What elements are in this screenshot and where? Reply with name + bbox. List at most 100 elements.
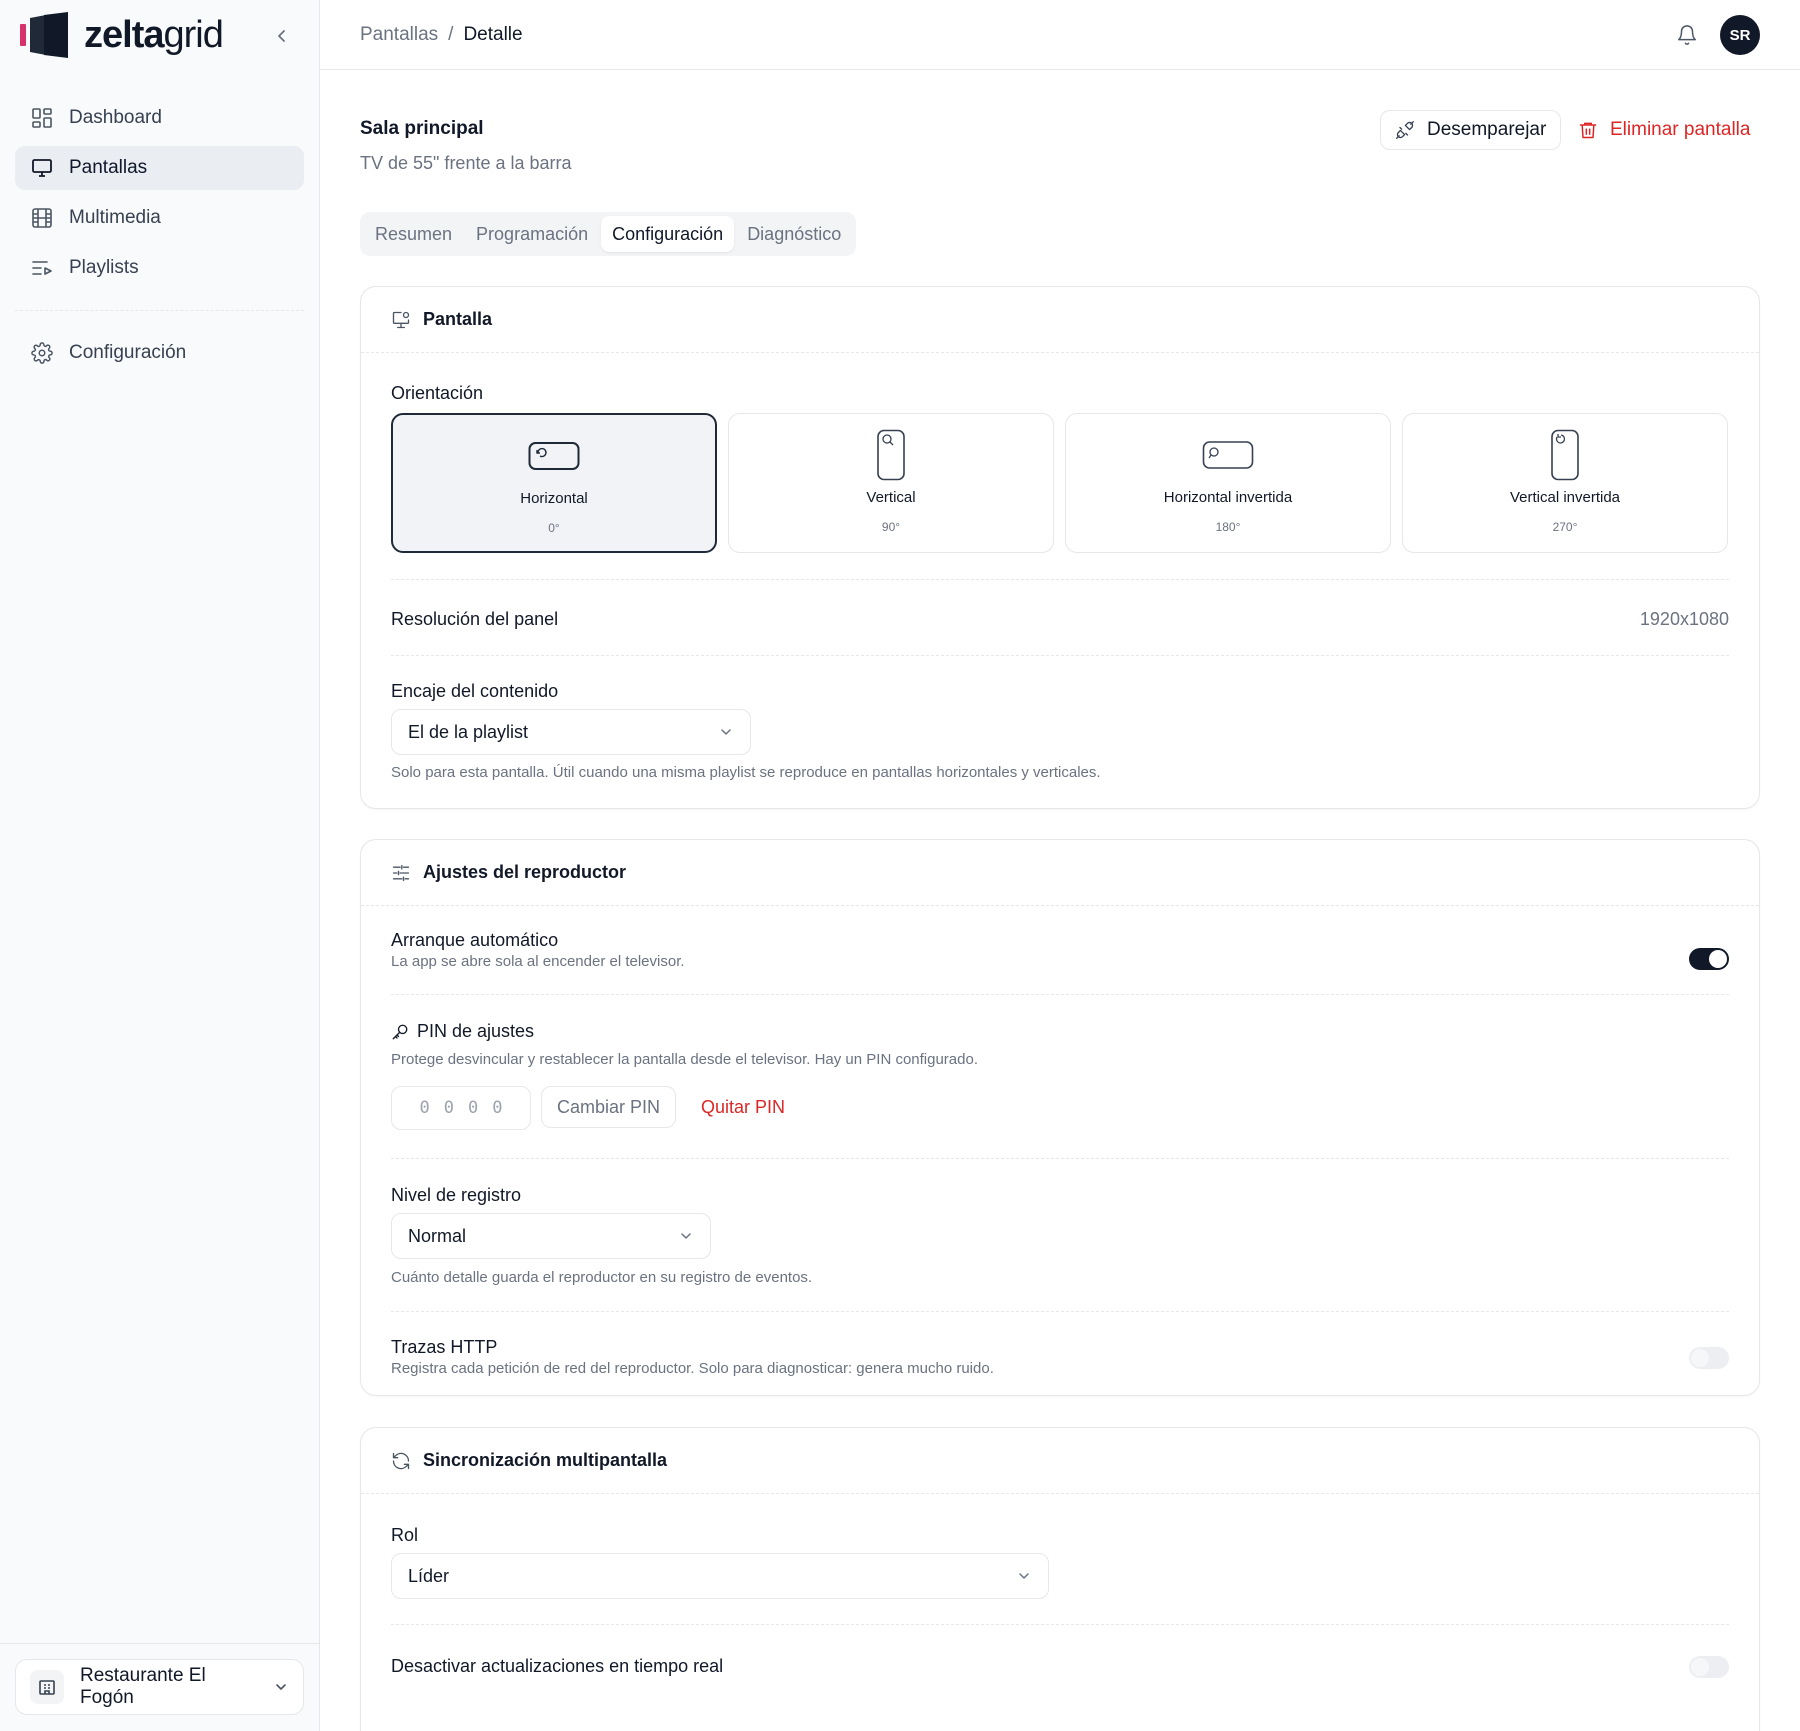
content-fit-value: El de la playlist [408,721,529,742]
trash-icon [1579,122,1597,139]
sidebar-item-pantallas[interactable]: Pantallas [15,146,304,190]
page-subtitle: TV de 55" frente a la barra [360,153,572,173]
role-label: Rol [391,1525,419,1545]
sidebar-item-label: Multimedia [69,207,161,228]
player-settings-card: Ajustes del reproductor Arranque automát… [360,839,1760,1396]
orientation-option-vertical[interactable]: Vertical 90° [728,413,1054,553]
unplug-icon [1396,121,1414,139]
orientation-degrees: 270° [1552,520,1578,534]
delete-screen-button[interactable]: Eliminar pantalla [1578,110,1750,150]
chevron-down-icon [1019,1573,1029,1579]
autostart-label: Arranque automático [391,930,559,950]
content-fit-label: Encaje del contenido [391,681,559,701]
role-select[interactable]: Líder [391,1553,1049,1599]
key-icon [392,1024,408,1039]
orientation-label: Orientación [391,383,484,403]
orientation-name: Vertical invertida [1509,489,1621,506]
refresh-icon [392,1452,410,1469]
sidebar-item-playlists[interactable]: Playlists [15,246,304,290]
tab-resumen[interactable]: Resumen [364,216,463,252]
orientation-name: Vertical [866,489,916,506]
autostart-toggle[interactable] [1689,948,1729,970]
landscape-inverted-icon [1202,441,1254,469]
page-title: Sala principal [360,118,484,139]
card-title: Sincronización multipantalla [423,1450,668,1470]
divider [391,1311,1729,1312]
organization-switcher[interactable]: Restaurante El Fogón [15,1659,304,1715]
content-fit-select[interactable]: El de la playlist [391,709,751,755]
divider [391,579,1729,580]
dashboard-icon [32,108,52,128]
playlist-icon [32,261,52,275]
remove-pin-button[interactable]: Quitar PIN [701,1086,785,1128]
gear-icon [31,342,53,364]
sidebar-item-dashboard[interactable]: Dashboard [15,96,304,140]
film-icon [32,208,52,228]
monitor-icon [32,159,52,177]
chevron-left-icon [278,30,285,42]
pin-input[interactable]: 0000 [391,1086,531,1130]
resolution-label: Resolución del panel [391,609,559,629]
unpair-button[interactable]: Desemparejar [1380,110,1562,150]
role-value: Líder [408,1565,450,1586]
divider [391,655,1729,656]
log-level-value: Normal [408,1225,467,1246]
autostart-help: La app se abre sola al encender el telev… [391,953,685,970]
log-level-help: Cuánto detalle guarda el reproductor en … [391,1269,813,1286]
realtime-toggle[interactable] [1689,1656,1729,1678]
chevron-down-icon [721,729,731,735]
orientation-option-horizontal[interactable]: Horizontal 0° [391,413,717,553]
orientation-degrees: 90° [881,520,901,534]
pin-label: PIN de ajustes [417,1021,535,1041]
orientation-degrees: 180° [1215,520,1241,534]
notifications-button[interactable] [1676,24,1698,46]
breadcrumb-pantallas[interactable]: Pantallas [360,24,438,46]
breadcrumb: Pantallas / Detalle [360,24,523,46]
orientation-degrees: 0° [548,521,560,535]
sidebar-item-configuracion[interactable]: Configuración [15,331,304,375]
log-level-select[interactable]: Normal [391,1213,711,1259]
unpair-label: Desemparejar [1427,119,1547,140]
breadcrumb-separator: / [448,24,454,45]
tab-programacion[interactable]: Programación [465,216,599,252]
sidebar-item-label: Configuración [69,342,187,363]
chevron-down-icon [276,1684,286,1690]
sliders-icon [392,864,410,881]
resolution-value: 1920x1080 [1639,609,1729,629]
http-traces-toggle[interactable] [1689,1347,1729,1369]
divider [391,994,1729,995]
bell-icon [1678,25,1696,45]
collapse-sidebar-button[interactable] [272,26,292,46]
card-title: Ajustes del reproductor [423,862,627,882]
user-avatar[interactable]: SR [1720,15,1760,55]
divider [391,1624,1729,1625]
card-header: Ajustes del reproductor [361,840,1759,906]
content-fit-help: Solo para esta pantalla. Útil cuando una… [391,764,1101,781]
pin-help: Protege desvincular y restablecer la pan… [391,1051,978,1068]
divider [391,1158,1729,1159]
topbar: Pantallas / Detalle SR [320,0,1800,70]
tab-bar: Resumen Programación Configuración Diagn… [360,212,857,256]
change-pin-button[interactable]: Cambiar PIN [541,1086,677,1128]
sidebar-item-label: Dashboard [69,107,162,128]
card-header: Pantalla [361,287,1759,353]
screen-cast-icon [392,311,410,328]
orientation-option-vertical-inverted[interactable]: Vertical invertida 270° [1402,413,1728,553]
sidebar-item-multimedia[interactable]: Multimedia [15,196,304,240]
chevron-down-icon [681,1233,691,1239]
zeltagrid-logo-icon [20,12,68,58]
multiscreen-sync-card: Sincronización multipantalla Rol Líder D… [360,1427,1760,1731]
logo-wordmark: zeltagrid [84,13,224,56]
sidebar: zeltagrid Dashboard Pantallas Multimedia… [0,0,320,1731]
organization-name: Restaurante El Fogón [80,1665,206,1708]
breadcrumb-detalle: Detalle [463,24,523,45]
landscape-rotate-icon [528,442,580,470]
tab-diagnostico[interactable]: Diagnóstico [736,216,852,252]
orientation-option-horizontal-inverted[interactable]: Horizontal invertida 180° [1065,413,1391,553]
delete-label: Eliminar pantalla [1610,119,1751,140]
app-logo[interactable]: zeltagrid [20,10,224,60]
log-level-label: Nivel de registro [391,1185,522,1205]
orientation-name: Horizontal [520,490,588,507]
portrait-inverted-icon [1551,429,1579,481]
tab-configuracion[interactable]: Configuración [601,216,735,252]
